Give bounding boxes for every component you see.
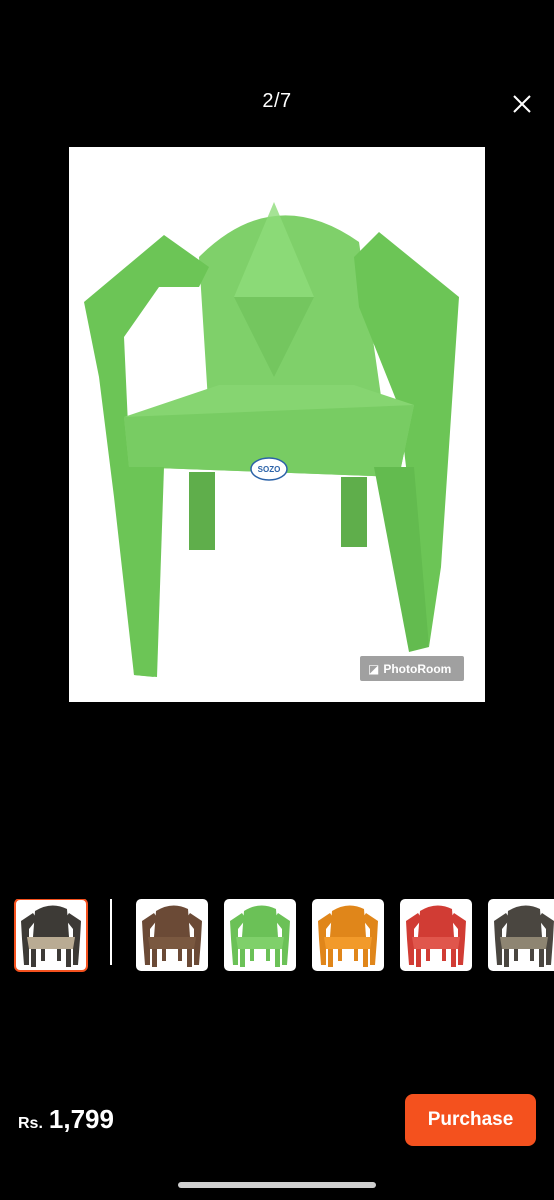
chair-thumbnail-icon: [142, 905, 202, 967]
price-display: Rs. 1,799: [18, 1104, 114, 1135]
chair-thumbnail-icon: [230, 905, 290, 967]
close-icon[interactable]: [510, 92, 534, 116]
chair-thumbnail-icon: [406, 905, 466, 967]
thumbnail-brown[interactable]: [136, 899, 208, 971]
thumbnail-green[interactable]: [224, 899, 296, 971]
chair-thumbnail-icon: [318, 905, 378, 967]
thumbnail-gray-beige[interactable]: [14, 899, 88, 972]
image-counter: 2/7: [262, 90, 292, 112]
watermark-label: PhotoRoom: [383, 661, 452, 676]
thumbnail-strip[interactable]: [0, 899, 554, 973]
thumbnail-orange[interactable]: [312, 899, 384, 971]
photoroom-watermark: ◪ PhotoRoom: [360, 656, 464, 681]
thumbnail-red[interactable]: [400, 899, 472, 971]
chair-thumbnail-icon: [494, 905, 554, 967]
thumbnail-dark-gray[interactable]: [488, 899, 554, 971]
thumbnail-divider: [110, 899, 112, 965]
price-amount: 1,799: [48, 1104, 114, 1134]
home-indicator: [178, 1182, 376, 1188]
product-image[interactable]: SOZO ◪ PhotoRoom: [69, 147, 485, 702]
chair-thumbnail-icon: [21, 905, 81, 967]
currency-label: Rs.: [18, 1115, 43, 1132]
green-chair-illustration: SOZO: [84, 202, 459, 677]
photoroom-icon: ◪: [368, 661, 380, 676]
purchase-button[interactable]: Purchase: [405, 1094, 536, 1146]
chair-brand-label: SOZO: [258, 465, 281, 474]
